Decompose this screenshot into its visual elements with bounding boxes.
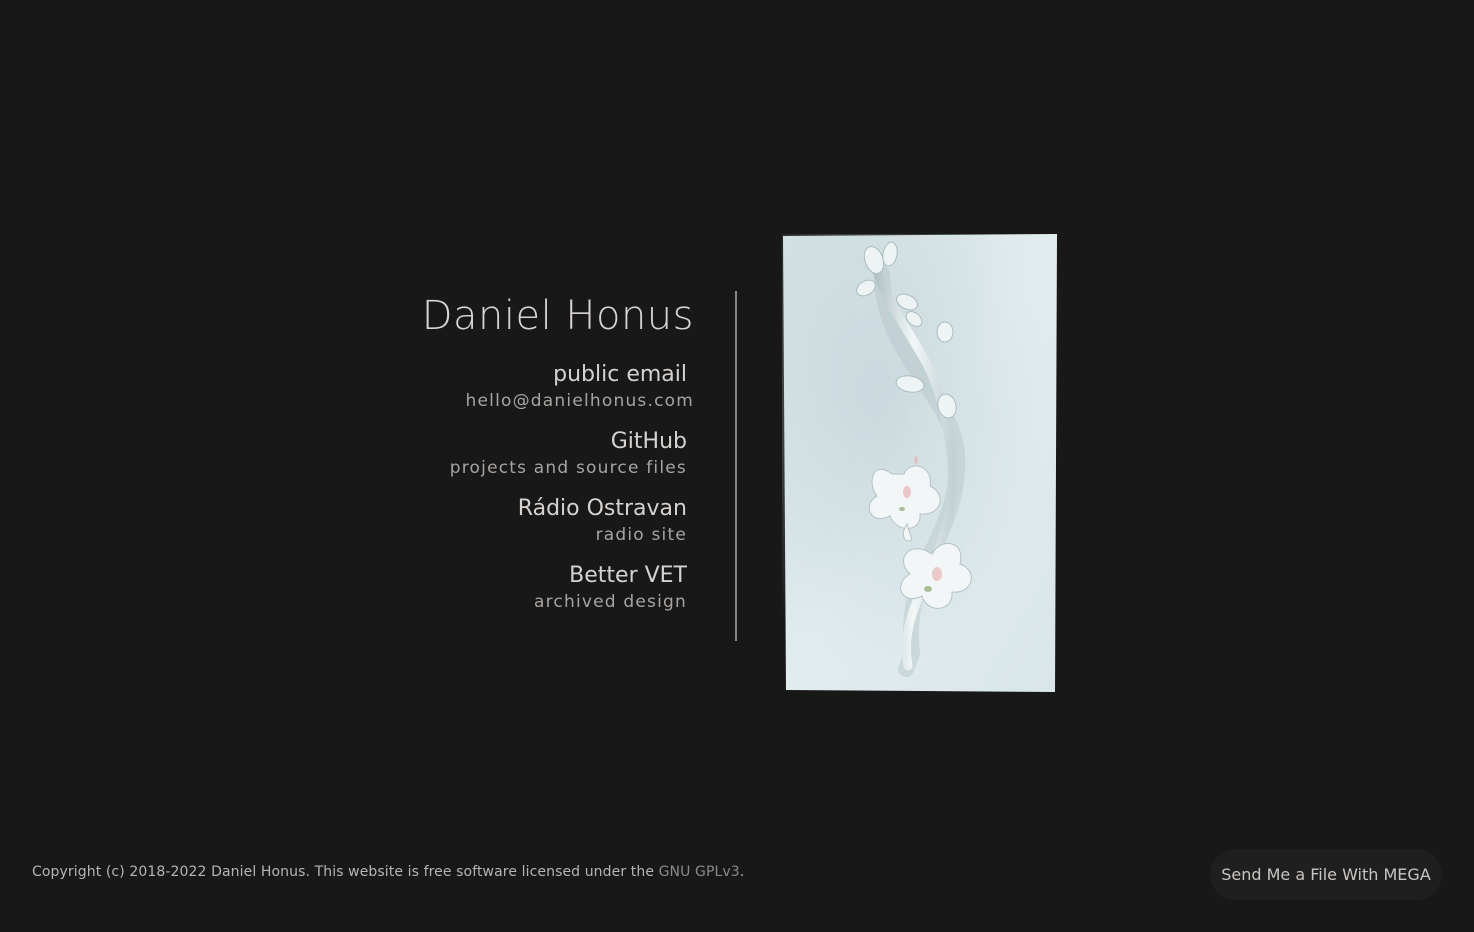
page-title: Daniel Honus xyxy=(421,293,694,339)
link-title: Better VET xyxy=(569,563,687,588)
link-radio-ostravan[interactable]: Rádio Ostravan radio site xyxy=(450,495,687,547)
link-description: archived design xyxy=(534,592,687,612)
footer-period: . xyxy=(739,864,745,880)
link-title: Rádio Ostravan xyxy=(517,496,687,521)
link-public-email[interactable]: public email hello@danielhonus.com xyxy=(450,361,693,413)
license-link[interactable]: GNU GPLv3 xyxy=(659,864,740,880)
link-description: radio site xyxy=(595,525,687,545)
footer-copyright: Copyright (c) 2018-2022 Daniel Honus. Th… xyxy=(32,864,744,880)
send-file-mega-button[interactable]: Send Me a File With MEGA xyxy=(1210,849,1442,900)
links-list: public email hello@danielhonus.com GitHu… xyxy=(450,361,693,629)
vertical-divider xyxy=(735,291,737,641)
link-description: projects and source files xyxy=(449,458,687,478)
copyright-text: Copyright (c) 2018-2022 Daniel Honus. Th… xyxy=(32,864,659,880)
link-github[interactable]: GitHub projects and source files xyxy=(450,428,687,480)
link-better-vet[interactable]: Better VET archived design xyxy=(450,562,687,614)
link-title: GitHub xyxy=(610,429,687,454)
link-description: hello@danielhonus.com xyxy=(465,391,694,411)
flower-relief-image xyxy=(782,234,1058,692)
link-title: public email xyxy=(553,362,687,387)
